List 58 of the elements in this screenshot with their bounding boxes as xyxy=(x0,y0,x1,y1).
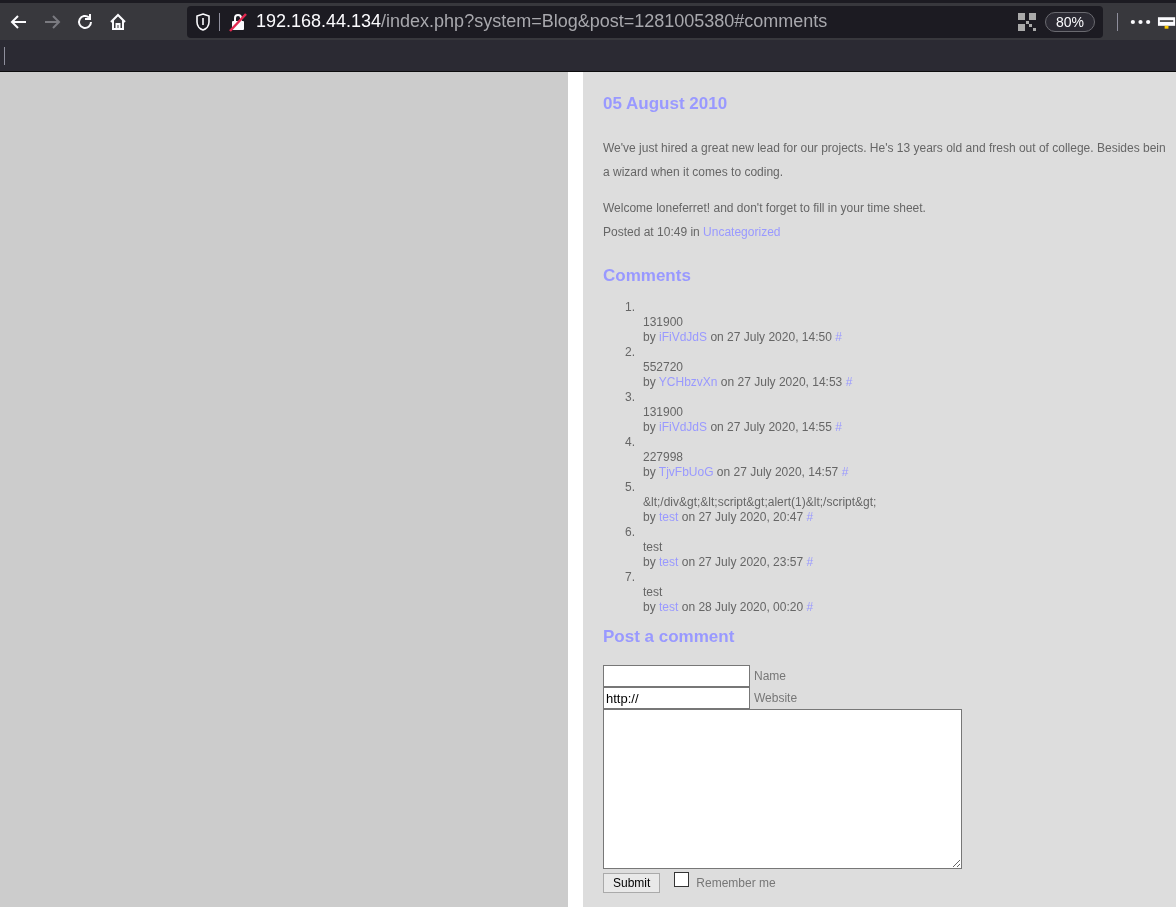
address-bar[interactable]: 192.168.44.134/index.php?system=Blog&post=1281005380#comments 80% xyxy=(186,5,1103,38)
permalink[interactable]: # xyxy=(835,330,842,344)
name-label: Name xyxy=(754,669,786,683)
comment-meta: by iFiVdJdS on 27 July 2020, 14:55 # xyxy=(643,420,842,435)
comment-number: 3. xyxy=(625,390,635,405)
extension-icon[interactable] xyxy=(1156,14,1176,29)
more-icon[interactable] xyxy=(1129,18,1151,25)
author-link[interactable]: iFiVdJdS xyxy=(659,330,708,344)
submit-button[interactable]: Submit xyxy=(603,873,661,893)
author-link[interactable]: TjvFbUoG xyxy=(658,465,714,479)
post-date: 05 August 2010 xyxy=(603,94,728,114)
website-label: Website xyxy=(754,691,798,705)
remember-checkbox[interactable] xyxy=(674,871,690,887)
comments-heading: Comments xyxy=(603,266,691,286)
url-text: 192.168.44.134/index.php?system=Blog&post=1281005380#comments xyxy=(255,11,828,32)
permalink[interactable]: # xyxy=(806,510,814,524)
comment-meta: by test on 27 July 2020, 20:47 # xyxy=(643,510,814,525)
author-link[interactable]: test xyxy=(659,510,679,524)
comment-text: 552720 xyxy=(643,360,684,375)
comment-number: 6. xyxy=(625,525,635,540)
author-link[interactable]: test xyxy=(659,555,679,569)
shield-icon xyxy=(194,12,211,31)
comment-meta: by test on 27 July 2020, 23:57 # xyxy=(643,555,814,570)
comment-meta: by iFiVdJdS on 27 July 2020, 14:50 # xyxy=(643,330,842,345)
permalink[interactable]: # xyxy=(806,600,814,614)
author-link[interactable]: iFiVdJdS xyxy=(659,420,708,434)
comment-text: test xyxy=(643,540,663,555)
comment-text: 131900 xyxy=(643,315,684,330)
comment-text: &lt;/div&gt;&lt;script&gt;alert(1)&lt;/script&gt; xyxy=(643,495,877,510)
comment-text: test xyxy=(643,585,663,600)
insecure-lock-icon xyxy=(227,11,248,32)
website-field[interactable]: http:// xyxy=(603,687,750,709)
zoom-level[interactable]: 80% xyxy=(1044,11,1095,32)
comment-number: 7. xyxy=(625,570,635,585)
comment-text: 131900 xyxy=(643,405,684,420)
welcome-text: Welcome loneferret! and don't forget to fill in your time sheet. xyxy=(603,200,927,217)
permalink[interactable]: # xyxy=(841,465,849,479)
author-link[interactable]: test xyxy=(659,600,679,614)
comment-meta: by test on 28 July 2020, 00:20 # xyxy=(643,600,814,615)
comment-text: 227998 xyxy=(643,450,684,465)
permalink[interactable]: # xyxy=(835,420,842,434)
comment-meta: by YCHbzvXn on 27 July 2020, 14:53 # xyxy=(643,375,853,390)
permalink[interactable]: # xyxy=(806,555,814,569)
name-field[interactable] xyxy=(603,665,750,687)
remember-label: Remember me xyxy=(696,876,776,890)
comment-field[interactable] xyxy=(603,709,962,869)
author-link[interactable]: YCHbzvXn xyxy=(658,375,718,389)
permalink[interactable]: # xyxy=(845,375,853,389)
comment-number: 2. xyxy=(625,345,635,360)
category-link[interactable]: Uncategorized xyxy=(703,225,781,239)
comment-meta: by TjvFbUoG on 27 July 2020, 14:57 # xyxy=(643,465,849,480)
comment-number: 4. xyxy=(625,435,635,450)
form-heading: Post a comment xyxy=(603,627,735,647)
post-body: We've just hired a great new lead for our projects. He's 13 years old and fresh out of college. Besides bein a wizard when it comes to coding. xyxy=(603,140,1166,181)
post-meta: Posted at 10:49 in Uncategorized xyxy=(603,224,782,241)
comment-number: 1. xyxy=(625,300,635,315)
qr-code-icon[interactable] xyxy=(1016,11,1037,32)
comment-number: 5. xyxy=(625,480,635,495)
